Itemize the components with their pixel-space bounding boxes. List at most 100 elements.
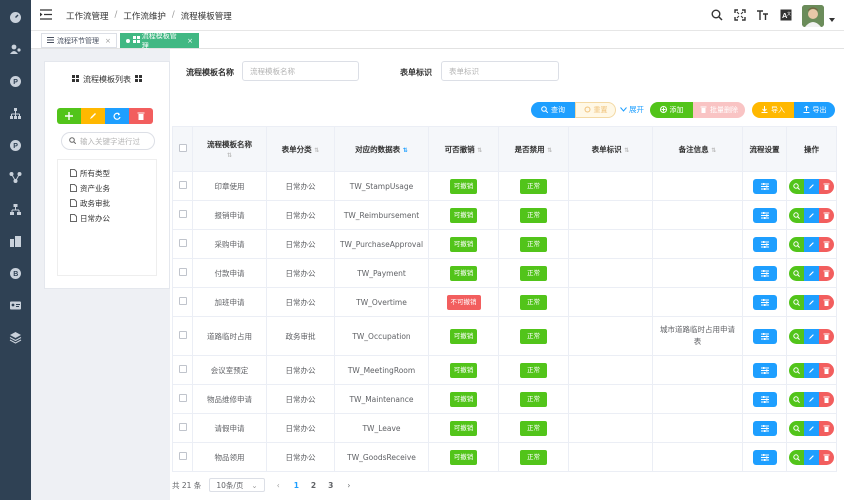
view-button[interactable] bbox=[789, 449, 804, 465]
parking-icon[interactable]: P bbox=[8, 74, 23, 89]
view-button[interactable] bbox=[789, 294, 804, 310]
view-button[interactable] bbox=[789, 207, 804, 223]
sort-icon[interactable]: ⇅ bbox=[403, 147, 408, 154]
page-number[interactable]: 3 bbox=[328, 481, 333, 490]
export-button[interactable]: 导出 bbox=[794, 102, 835, 118]
batch-delete-button[interactable]: 批量删除 bbox=[693, 102, 745, 118]
form-id-input[interactable]: 表单标识 bbox=[441, 61, 559, 81]
delete-button[interactable] bbox=[819, 362, 834, 378]
fullscreen-icon[interactable] bbox=[734, 9, 746, 23]
delete-button[interactable] bbox=[819, 236, 834, 252]
view-button[interactable] bbox=[789, 391, 804, 407]
next-page-button[interactable]: › bbox=[347, 481, 350, 490]
delete-button[interactable] bbox=[819, 294, 834, 310]
flow-setting-button[interactable] bbox=[752, 207, 777, 223]
row-checkbox[interactable] bbox=[178, 452, 187, 460]
breadcrumb-item[interactable]: 工作流管理 bbox=[66, 10, 109, 22]
row-checkbox[interactable] bbox=[178, 365, 187, 373]
sitemap-icon[interactable] bbox=[8, 202, 23, 217]
sort-icon[interactable]: ⇅ bbox=[227, 152, 232, 159]
sort-icon[interactable]: ⇅ bbox=[314, 147, 319, 154]
view-button[interactable] bbox=[789, 265, 804, 281]
flow-setting-button[interactable] bbox=[752, 294, 777, 310]
delete-type-button[interactable] bbox=[129, 108, 153, 124]
edit-button[interactable] bbox=[804, 362, 819, 378]
delete-button[interactable] bbox=[819, 449, 834, 465]
delete-button[interactable] bbox=[819, 420, 834, 436]
org-chart-icon[interactable] bbox=[8, 106, 23, 121]
edit-type-button[interactable] bbox=[81, 108, 105, 124]
view-button[interactable] bbox=[789, 328, 804, 344]
column-header[interactable]: 流程模板名称 ⇅ bbox=[192, 126, 267, 172]
select-all-checkbox[interactable] bbox=[178, 144, 187, 152]
flow-setting-button[interactable] bbox=[752, 362, 777, 378]
tree-node[interactable]: 日常办公 bbox=[58, 211, 156, 226]
refresh-tree-button[interactable] bbox=[105, 108, 129, 124]
query-button[interactable]: 查询 bbox=[531, 102, 575, 118]
column-header[interactable]: 表单标识 ⇅ bbox=[568, 126, 653, 172]
workflow-icon[interactable] bbox=[8, 170, 23, 185]
tree-node[interactable]: 政务审批 bbox=[58, 196, 156, 211]
template-name-input[interactable]: 流程模板名称 bbox=[242, 61, 359, 81]
view-button[interactable] bbox=[789, 236, 804, 252]
tab-close-icon[interactable]: × bbox=[187, 37, 193, 45]
row-checkbox[interactable] bbox=[178, 239, 187, 247]
flow-setting-button[interactable] bbox=[752, 420, 777, 436]
tab-close-icon[interactable]: × bbox=[105, 37, 111, 45]
tab-workflow-step[interactable]: 流程环节管理 × bbox=[41, 33, 117, 48]
sort-icon[interactable]: ⇅ bbox=[624, 147, 629, 154]
tree-node[interactable]: 所有类型 bbox=[58, 166, 156, 181]
delete-button[interactable] bbox=[819, 265, 834, 281]
row-checkbox[interactable] bbox=[178, 394, 187, 402]
delete-button[interactable] bbox=[819, 391, 834, 407]
page-number[interactable]: 2 bbox=[311, 481, 316, 490]
column-header[interactable]: 对应的数据表 ⇅ bbox=[334, 126, 429, 172]
view-button[interactable] bbox=[789, 362, 804, 378]
row-checkbox[interactable] bbox=[178, 423, 187, 431]
edit-button[interactable] bbox=[804, 391, 819, 407]
flow-setting-button[interactable] bbox=[752, 391, 777, 407]
reset-button[interactable]: 重置 bbox=[575, 102, 616, 118]
dashboard-icon[interactable] bbox=[8, 10, 23, 25]
edit-button[interactable] bbox=[804, 294, 819, 310]
users-icon[interactable] bbox=[8, 42, 23, 57]
layers-icon[interactable] bbox=[8, 330, 23, 345]
page-number-current[interactable]: 1 bbox=[294, 481, 299, 490]
search-icon[interactable] bbox=[711, 9, 723, 23]
b-circle-icon[interactable]: B bbox=[8, 266, 23, 281]
sort-icon[interactable]: ⇅ bbox=[547, 147, 552, 154]
delete-button[interactable] bbox=[819, 207, 834, 223]
sort-icon[interactable]: ⇅ bbox=[711, 147, 716, 154]
delete-button[interactable] bbox=[819, 178, 834, 194]
edit-button[interactable] bbox=[804, 207, 819, 223]
edit-button[interactable] bbox=[804, 236, 819, 252]
tree-search-input[interactable]: 输入关键字进行过 bbox=[61, 132, 155, 150]
parking-alt-icon[interactable]: P bbox=[8, 138, 23, 153]
row-checkbox[interactable] bbox=[178, 210, 187, 218]
tree-node[interactable]: 资产业务 bbox=[58, 181, 156, 196]
row-checkbox[interactable] bbox=[178, 268, 187, 276]
delete-button[interactable] bbox=[819, 328, 834, 344]
flow-setting-button[interactable] bbox=[752, 178, 777, 194]
tab-workflow-template[interactable]: 流程模板管理 × bbox=[120, 32, 199, 50]
avatar[interactable] bbox=[802, 5, 824, 27]
column-header[interactable]: 是否禁用 ⇅ bbox=[498, 126, 569, 172]
flow-setting-button[interactable] bbox=[752, 449, 777, 465]
import-button[interactable]: 导入 bbox=[752, 102, 794, 118]
prev-page-button[interactable]: ‹ bbox=[277, 481, 280, 490]
edit-button[interactable] bbox=[804, 178, 819, 194]
id-card-icon[interactable] bbox=[8, 298, 23, 313]
edit-button[interactable] bbox=[804, 265, 819, 281]
font-size-icon[interactable] bbox=[756, 9, 769, 23]
building-icon[interactable] bbox=[8, 234, 23, 249]
sort-icon[interactable]: ⇅ bbox=[477, 147, 482, 154]
flow-setting-button[interactable] bbox=[752, 328, 777, 344]
column-header[interactable]: 备注信息 ⇅ bbox=[652, 126, 743, 172]
flow-setting-button[interactable] bbox=[752, 265, 777, 281]
breadcrumb-item[interactable]: 工作流维护 bbox=[123, 10, 166, 22]
expand-toggle[interactable]: 展开 bbox=[620, 104, 644, 115]
view-button[interactable] bbox=[789, 420, 804, 436]
row-checkbox[interactable] bbox=[178, 297, 187, 305]
row-checkbox[interactable] bbox=[178, 181, 187, 189]
caret-down-icon[interactable] bbox=[829, 15, 835, 24]
